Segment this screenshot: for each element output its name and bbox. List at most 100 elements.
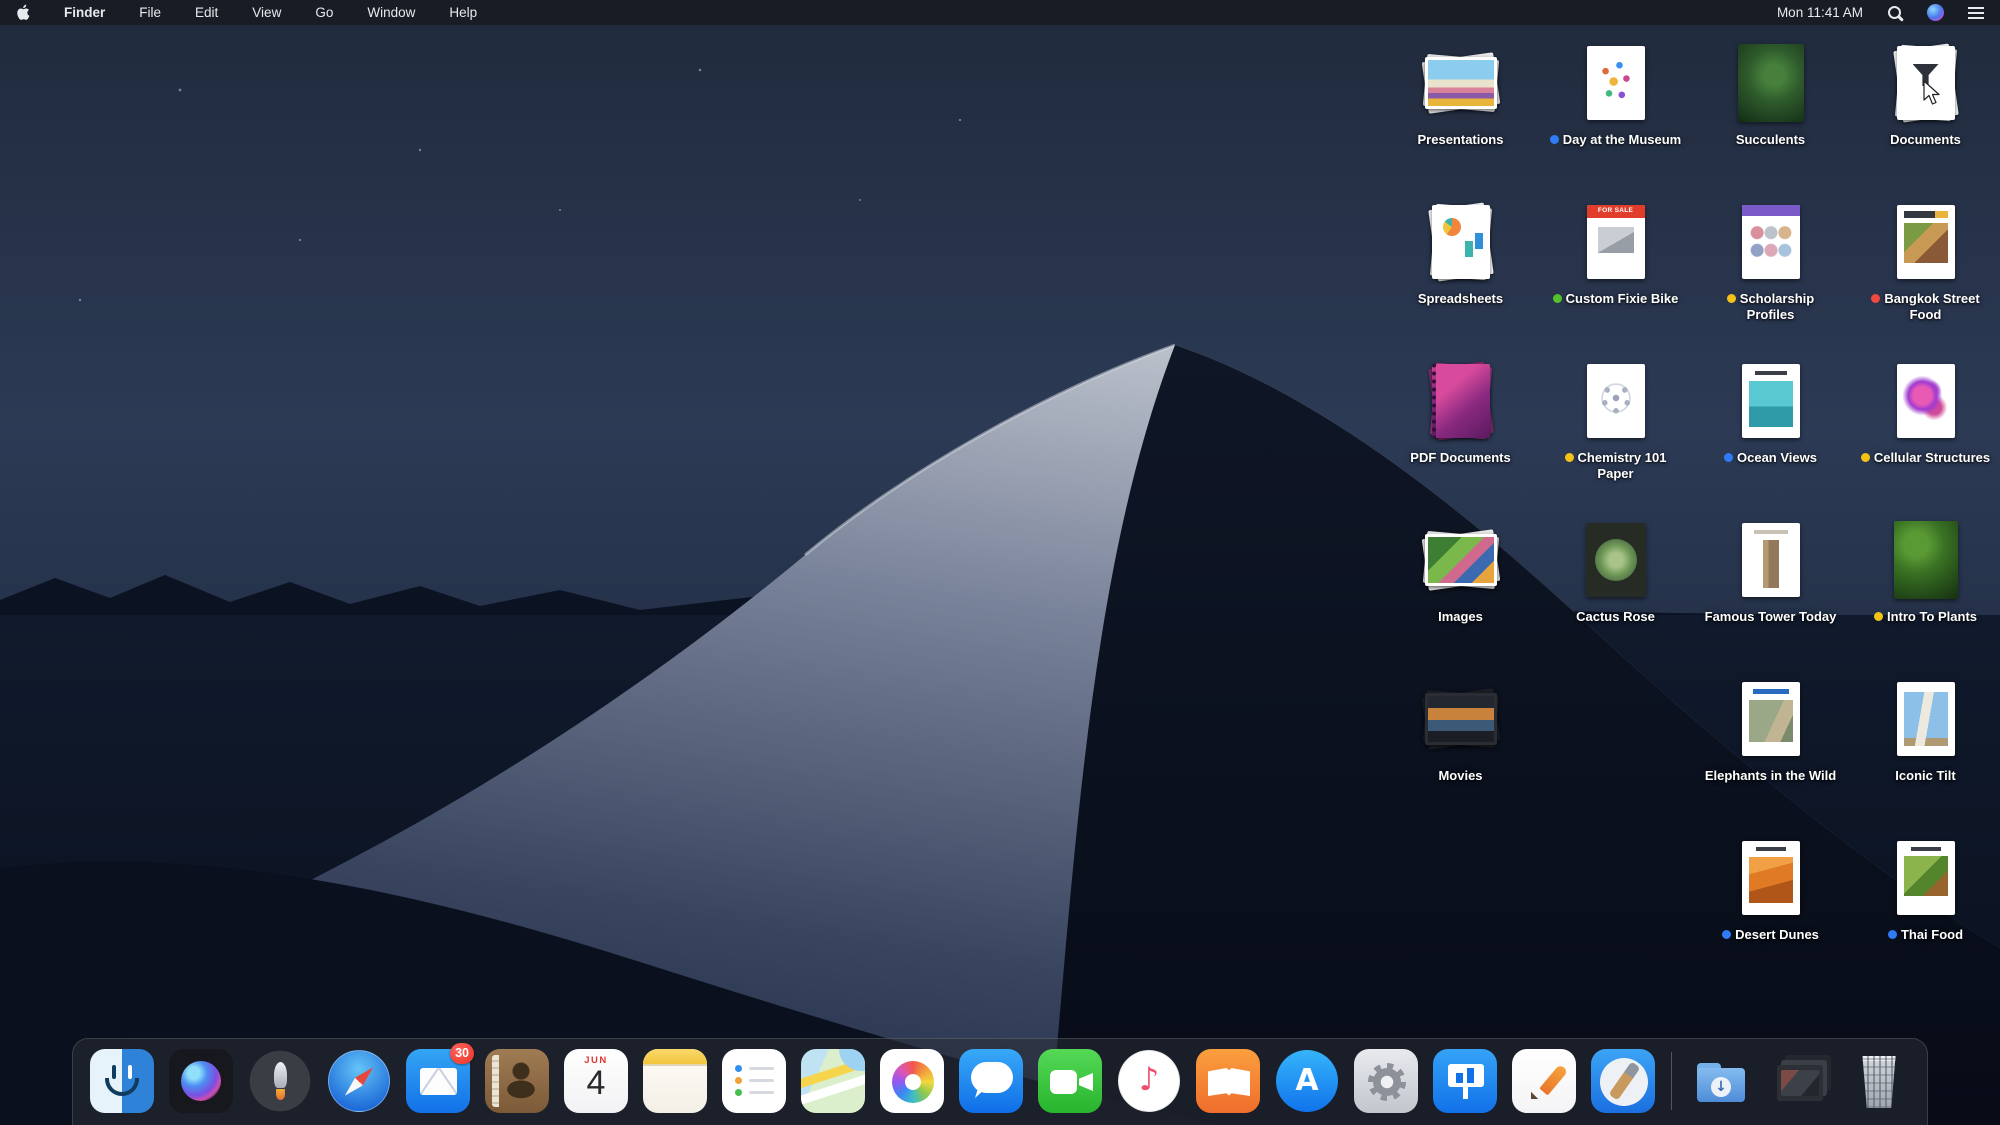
menu-view[interactable]: View (252, 5, 281, 20)
stack-label[interactable]: Desert Dunes (1722, 927, 1819, 943)
dock-siri-icon[interactable] (168, 1048, 234, 1114)
stack-movies[interactable]: Movies (1383, 676, 1538, 835)
stack-thumbnail[interactable] (1573, 40, 1659, 126)
stack-thumbnail[interactable] (1418, 517, 1504, 603)
stack-label[interactable]: PDF Documents (1410, 450, 1510, 466)
stack-custom-fixie-bike[interactable]: FOR SALE Custom Fixie Bike (1538, 199, 1693, 358)
stack-thumbnail[interactable] (1728, 199, 1814, 285)
stack-label[interactable]: Cactus Rose (1576, 609, 1655, 625)
stack-thumbnail[interactable] (1573, 517, 1659, 603)
dock-safari-icon[interactable] (326, 1048, 392, 1114)
stack-thumbnail[interactable] (1728, 358, 1814, 444)
stack-thumbnail[interactable] (1418, 676, 1504, 762)
stack-thumbnail[interactable] (1883, 835, 1969, 921)
stack-thumbnail[interactable] (1883, 517, 1969, 603)
stack-label[interactable]: Succulents (1736, 132, 1805, 148)
stack-thumbnail[interactable] (1728, 676, 1814, 762)
stack-elephants-in-the-wild[interactable]: Elephants in the Wild (1693, 676, 1848, 835)
dock-documents-stack-icon[interactable] (1766, 1048, 1832, 1114)
appstore-icon-art: A (1276, 1050, 1338, 1112)
stack-cellular-structures[interactable]: Cellular Structures (1848, 358, 2000, 517)
stack-scholarship-profiles[interactable]: Scholarship Profiles (1693, 199, 1848, 358)
itunes-glyph: ♪ (1138, 1060, 1160, 1098)
apple-menu-icon[interactable] (16, 4, 30, 21)
stack-thai-food[interactable]: Thai Food (1848, 835, 2000, 994)
stack-label[interactable]: Thai Food (1887, 927, 1963, 943)
stack-label[interactable]: Elephants in the Wild (1705, 768, 1836, 784)
stack-succulents[interactable]: Succulents (1693, 40, 1848, 199)
dock-system-preferences-icon[interactable] (1353, 1048, 1419, 1114)
app-menu-finder[interactable]: Finder (64, 5, 105, 20)
stack-thumbnail[interactable] (1728, 517, 1814, 603)
stack-images[interactable]: Images (1383, 517, 1538, 676)
stack-chemistry-101-paper[interactable]: Chemistry 101 Paper (1538, 358, 1693, 517)
stack-bangkok-street-food[interactable]: Bangkok Street Food (1848, 199, 2000, 358)
menu-help[interactable]: Help (449, 5, 477, 20)
dock-notes-icon[interactable] (642, 1048, 708, 1114)
dock-launchpad-icon[interactable] (247, 1048, 313, 1114)
stack-label[interactable]: Spreadsheets (1418, 291, 1503, 307)
siri-icon[interactable] (1927, 4, 1944, 21)
menu-window[interactable]: Window (367, 5, 415, 20)
stack-thumbnail[interactable] (1418, 199, 1504, 285)
stack-label[interactable]: Presentations (1418, 132, 1504, 148)
dock-xcode-icon[interactable] (1590, 1048, 1656, 1114)
stack-label[interactable]: Famous Tower Today (1705, 609, 1837, 625)
dock-calendar-icon[interactable]: JUN 4 (563, 1048, 629, 1114)
dock-maps-icon[interactable] (800, 1048, 866, 1114)
books-icon-art (1196, 1049, 1260, 1113)
dock-trash-icon[interactable] (1845, 1048, 1911, 1114)
stack-thumbnail[interactable] (1573, 358, 1659, 444)
dock-books-icon[interactable] (1195, 1048, 1261, 1114)
menu-edit[interactable]: Edit (195, 5, 218, 20)
menubar-clock[interactable]: Mon 11:41 AM (1777, 5, 1863, 20)
stack-thumbnail[interactable]: FOR SALE (1573, 199, 1659, 285)
dock-itunes-icon[interactable]: ♪ (1116, 1048, 1182, 1114)
dock-keynote-icon[interactable] (1432, 1048, 1498, 1114)
stack-label[interactable]: Bangkok Street Food (1860, 291, 1992, 322)
stack-thumbnail[interactable] (1418, 40, 1504, 126)
stack-day-at-the-museum[interactable]: Day at the Museum (1538, 40, 1693, 199)
dock-messages-icon[interactable] (958, 1048, 1024, 1114)
dock-facetime-icon[interactable] (1037, 1048, 1103, 1114)
stack-label[interactable]: Iconic Tilt (1895, 768, 1955, 784)
stack-thumbnail[interactable] (1728, 40, 1814, 126)
dock-finder-icon[interactable] (89, 1048, 155, 1114)
stack-label[interactable]: Day at the Museum (1549, 132, 1681, 148)
stack-label[interactable]: Cellular Structures (1860, 450, 1990, 466)
menu-go[interactable]: Go (315, 5, 333, 20)
stack-desert-dunes[interactable]: Desert Dunes (1693, 835, 1848, 994)
stack-label[interactable]: Custom Fixie Bike (1552, 291, 1678, 307)
stack-ocean-views[interactable]: Ocean Views (1693, 358, 1848, 517)
stack-presentations[interactable]: Presentations (1383, 40, 1538, 199)
spotlight-search-icon[interactable] (1887, 5, 1903, 21)
dock-pages-icon[interactable] (1511, 1048, 1577, 1114)
stack-label[interactable]: Scholarship Profiles (1705, 291, 1837, 322)
dock-downloads-icon[interactable]: ↓ (1687, 1048, 1753, 1114)
stack-label[interactable]: Images (1438, 609, 1483, 625)
dock-reminders-icon[interactable] (721, 1048, 787, 1114)
dock-mail-icon[interactable]: 30 (405, 1043, 474, 1114)
dock-contacts-icon[interactable] (484, 1048, 550, 1114)
stack-spreadsheets[interactable]: Spreadsheets (1383, 199, 1538, 358)
notification-center-icon[interactable] (1968, 6, 1984, 19)
dock-photos-icon[interactable] (879, 1048, 945, 1114)
stack-thumbnail[interactable] (1728, 835, 1814, 921)
stack-thumbnail[interactable] (1883, 199, 1969, 285)
stack-label[interactable]: Movies (1438, 768, 1482, 784)
stack-pdf-documents[interactable]: PDF Documents (1383, 358, 1538, 517)
stack-thumbnail[interactable] (1418, 358, 1504, 444)
stack-iconic-tilt[interactable]: Iconic Tilt (1848, 676, 2000, 835)
stack-cactus-rose[interactable]: Cactus Rose (1538, 517, 1693, 676)
stack-thumbnail[interactable] (1883, 358, 1969, 444)
stack-documents[interactable]: Documents (1848, 40, 2000, 199)
stack-thumbnail[interactable] (1883, 676, 1969, 762)
stack-label[interactable]: Chemistry 101 Paper (1550, 450, 1682, 481)
stack-famous-tower-today[interactable]: Famous Tower Today (1693, 517, 1848, 676)
stack-label[interactable]: Intro To Plants (1873, 609, 1977, 625)
dock-appstore-icon[interactable]: A (1274, 1048, 1340, 1114)
stack-intro-to-plants[interactable]: Intro To Plants (1848, 517, 2000, 676)
menu-file[interactable]: File (139, 5, 161, 20)
stack-label[interactable]: Ocean Views (1724, 450, 1817, 466)
stack-label[interactable]: Documents (1890, 132, 1961, 148)
